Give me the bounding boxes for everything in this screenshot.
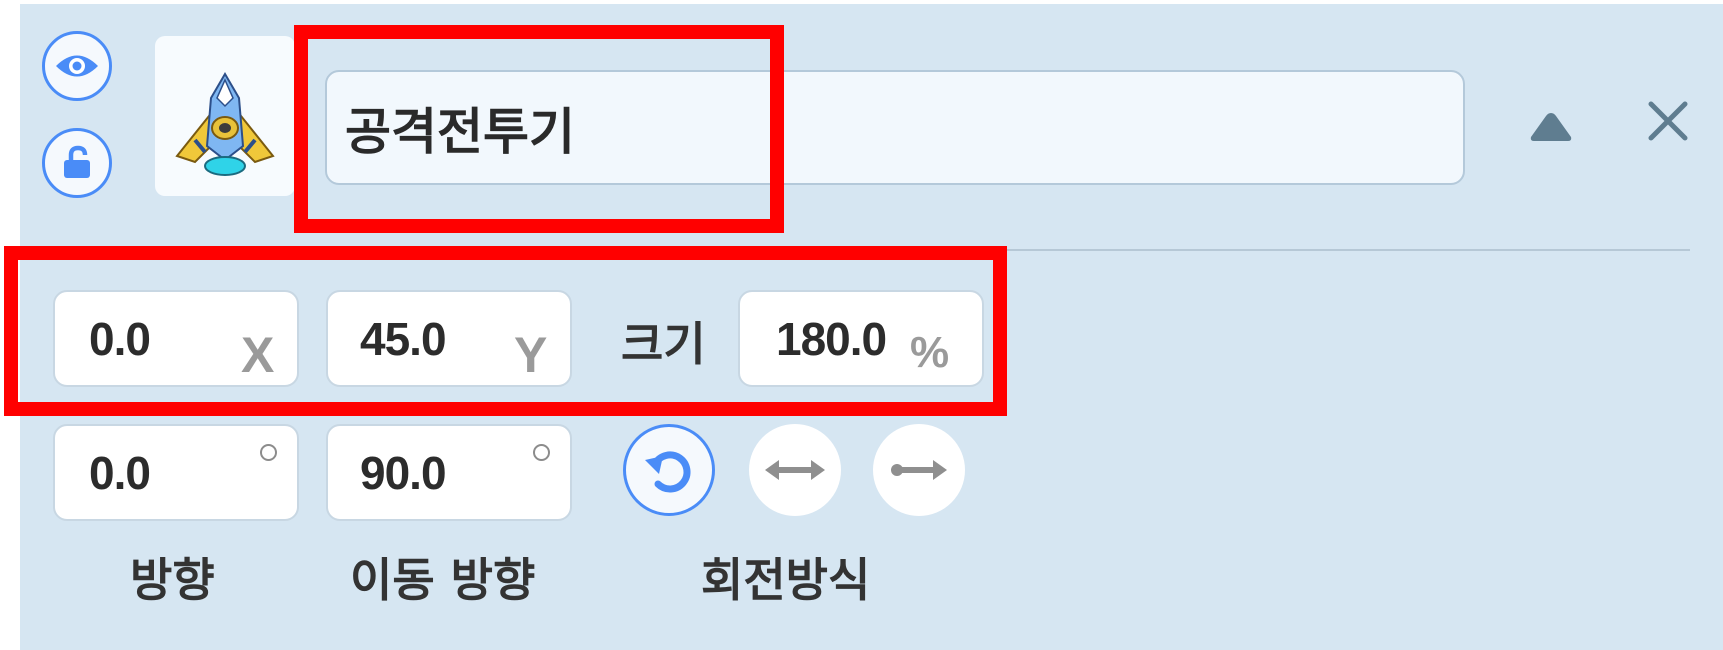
object-thumbnail[interactable] (155, 36, 295, 196)
y-coordinate-field[interactable]: 45.0 Y (326, 290, 572, 387)
x-coordinate-field[interactable]: 0.0 X (53, 290, 299, 387)
object-name-input[interactable] (325, 70, 1465, 185)
no-rotate-icon (891, 460, 947, 480)
close-button[interactable] (1645, 98, 1691, 144)
close-icon (1648, 101, 1688, 141)
x-value: 0.0 (89, 313, 151, 365)
direction-value: 0.0 (89, 447, 151, 499)
degree-icon (533, 444, 550, 461)
size-unit: % (910, 328, 950, 377)
rotation-flip-button[interactable] (749, 424, 841, 516)
x-unit: X (241, 327, 275, 383)
unlock-icon (64, 145, 90, 178)
direction-field[interactable]: 0.0 (53, 424, 299, 521)
y-unit: Y (514, 327, 548, 383)
move-direction-value: 90.0 (360, 447, 447, 499)
size-field[interactable]: 180.0 % (738, 290, 984, 387)
rotation-free-button[interactable] (623, 424, 715, 516)
size-value: 180.0 (776, 313, 887, 365)
spaceship-sprite (175, 72, 275, 176)
collapse-button[interactable] (1528, 109, 1574, 143)
move-direction-label: 이동 방향 (350, 553, 536, 607)
visibility-toggle-button[interactable] (42, 31, 112, 101)
rotation-none-button[interactable] (873, 424, 965, 516)
direction-label: 방향 (130, 553, 215, 607)
degree-icon (260, 444, 277, 461)
eye-icon (56, 55, 98, 77)
lock-toggle-button[interactable] (42, 128, 112, 198)
divider (305, 249, 1690, 251)
y-value: 45.0 (360, 313, 447, 365)
triangle-up-icon (1530, 113, 1572, 141)
rotation-mode-label: 회전방식 (701, 553, 871, 607)
rotate-free-icon (645, 451, 691, 493)
flip-horizontal-icon (765, 460, 825, 480)
size-label: 크기 (621, 317, 706, 371)
move-direction-field[interactable]: 90.0 (326, 424, 572, 521)
